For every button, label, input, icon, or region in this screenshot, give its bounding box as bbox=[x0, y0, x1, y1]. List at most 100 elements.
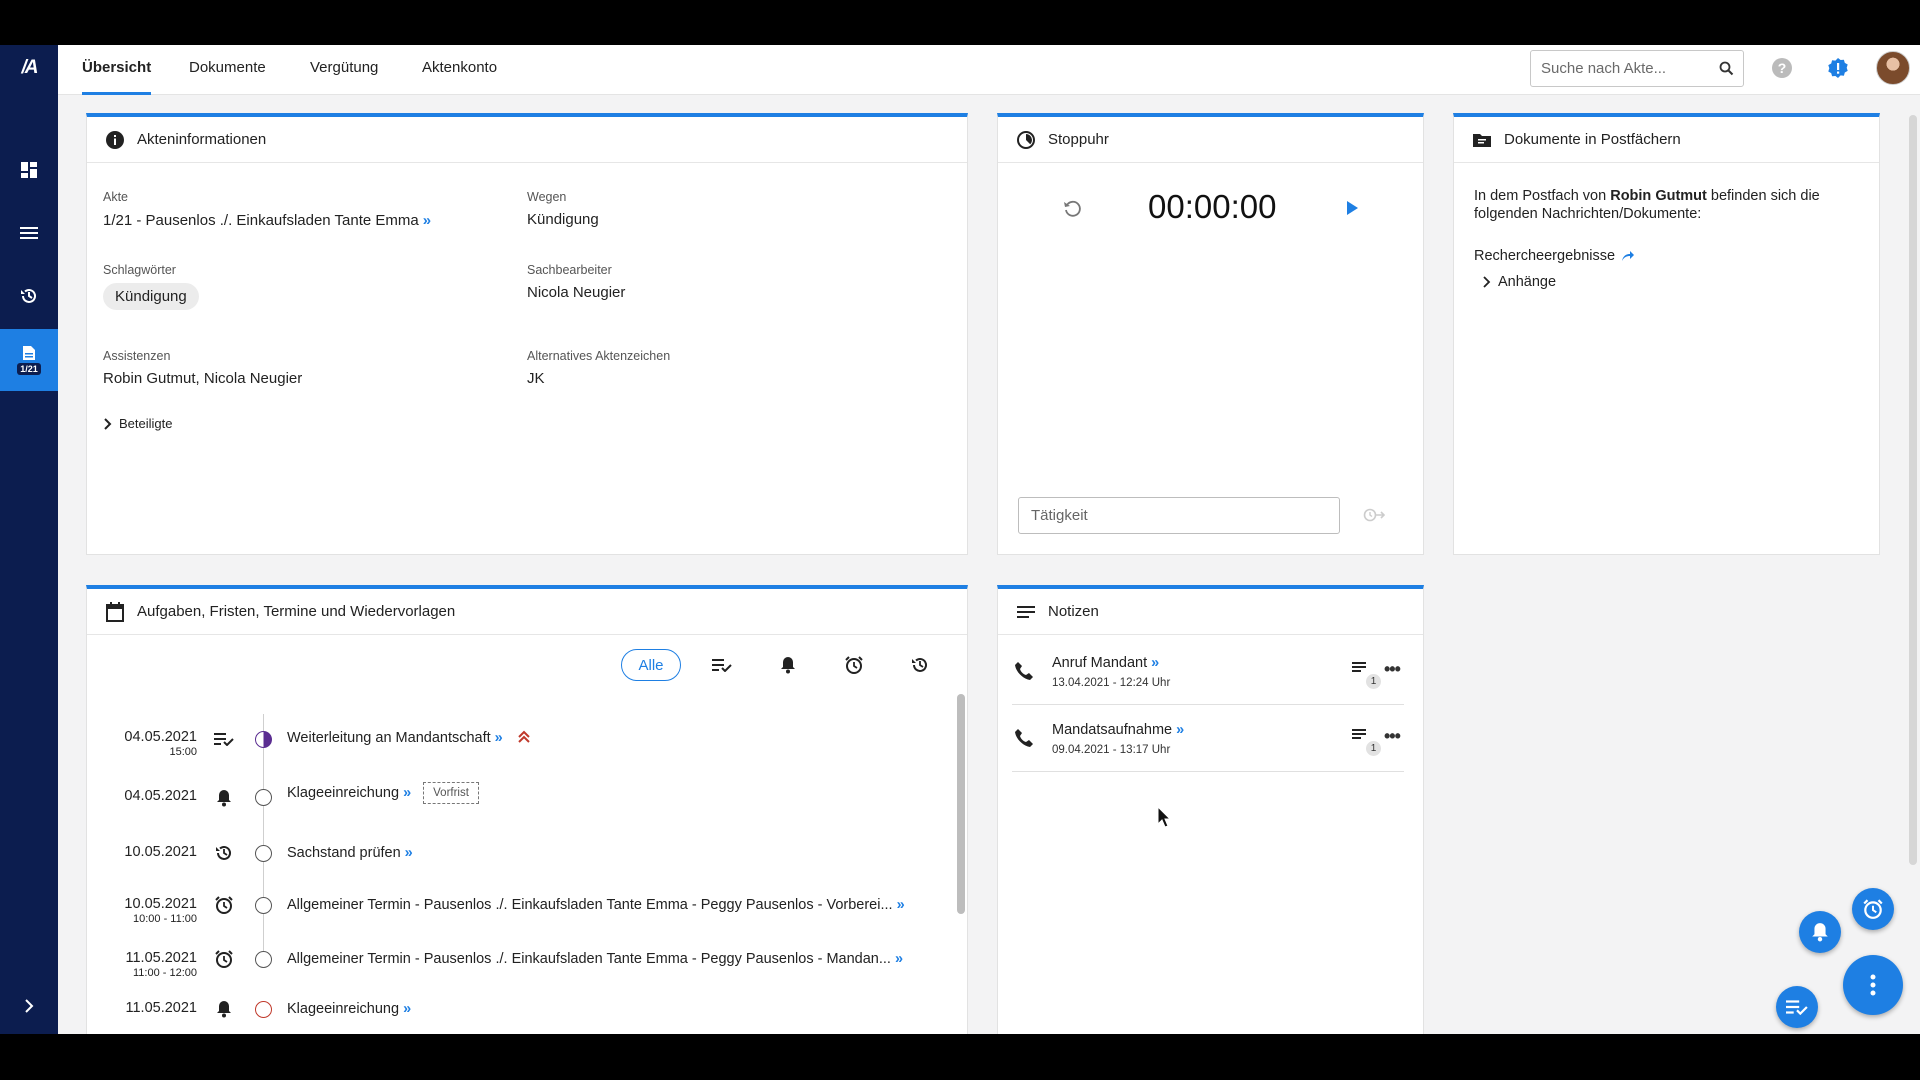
filter-tasks-button[interactable] bbox=[707, 649, 737, 681]
dashboard-icon bbox=[21, 162, 37, 178]
note-title-link[interactable]: Anruf Mandant» bbox=[1052, 655, 1159, 671]
reset-icon[interactable] bbox=[1062, 199, 1082, 219]
status-open-icon[interactable] bbox=[255, 1001, 272, 1018]
book-time-icon[interactable] bbox=[1363, 507, 1387, 523]
task-title-link[interactable]: Klageeinreichung» bbox=[287, 1001, 411, 1017]
comment-count: 1 bbox=[1366, 741, 1381, 756]
tab-verguetung[interactable]: Vergütung bbox=[310, 45, 378, 95]
stopwatch-icon bbox=[1016, 130, 1036, 150]
task-row[interactable]: 11.05.2021 Klageeinreichung» bbox=[87, 995, 947, 1034]
task-row[interactable]: 10.05.2021 10:00 - 11:00 Allgemeiner Ter… bbox=[87, 891, 947, 931]
history-button[interactable] bbox=[0, 265, 58, 327]
double-chevron-icon: » bbox=[403, 1001, 412, 1017]
status-open-icon[interactable] bbox=[255, 845, 272, 862]
task-row[interactable]: 04.05.2021 Klageeinreichung» Vorfrist bbox=[87, 782, 947, 823]
wegen-value: Kündigung bbox=[527, 211, 599, 228]
status-open-icon[interactable] bbox=[255, 897, 272, 914]
current-file-button[interactable]: 1/21 bbox=[0, 329, 58, 391]
assistenzen-label: Assistenzen bbox=[103, 349, 171, 363]
tab-aktenkonto[interactable]: Aktenkonto bbox=[422, 45, 497, 95]
note-item[interactable]: Anruf Mandant» 13.04.2021 - 12:24 Uhr 1 … bbox=[1012, 639, 1404, 705]
new-deadline-fab[interactable] bbox=[1799, 911, 1841, 953]
tab-dokumente[interactable]: Dokumente bbox=[189, 45, 266, 95]
alt-aktenzeichen-value: JK bbox=[527, 370, 545, 387]
card-title: Akteninformationen bbox=[137, 131, 267, 148]
search-box bbox=[1530, 50, 1744, 87]
postfach-description: In dem Postfach von Robin Gutmut befinde… bbox=[1474, 187, 1864, 223]
task-title-link[interactable]: Weiterleitung an Mandantschaft» bbox=[287, 730, 531, 746]
help-icon[interactable]: ? bbox=[1771, 57, 1793, 79]
page-scrollbar[interactable] bbox=[1909, 115, 1917, 865]
new-appointment-fab[interactable] bbox=[1852, 888, 1894, 930]
task-row[interactable]: 10.05.2021 Sachstand prüfen» bbox=[87, 839, 947, 879]
filter-appointments-button[interactable] bbox=[839, 649, 869, 681]
folder-icon bbox=[1472, 130, 1492, 150]
beteiligte-label: Beteiligte bbox=[119, 416, 173, 431]
note-date: 13.04.2021 - 12:24 Uhr bbox=[1052, 677, 1171, 689]
task-title-link[interactable]: Klageeinreichung» Vorfrist bbox=[287, 782, 479, 805]
task-title-link[interactable]: Allgemeiner Termin - Pausenlos ./. Einka… bbox=[287, 951, 903, 967]
beteiligte-toggle[interactable]: Beteiligte bbox=[103, 416, 172, 431]
play-icon[interactable] bbox=[1344, 199, 1360, 217]
keyword-chip[interactable]: Kündigung bbox=[103, 283, 199, 310]
bell-icon bbox=[1812, 923, 1828, 942]
task-time: 10:00 - 11:00 bbox=[132, 913, 197, 925]
attachments-toggle[interactable]: Anhänge bbox=[1482, 274, 1556, 290]
svg-text:?: ? bbox=[1778, 60, 1787, 76]
document-item[interactable]: Rechercheergebnisse bbox=[1474, 248, 1635, 264]
assistenzen-value: Robin Gutmut, Nicola Neugier bbox=[103, 370, 303, 387]
status-half-icon[interactable] bbox=[255, 731, 272, 748]
filter-all-button[interactable]: Alle bbox=[621, 649, 681, 681]
note-title-link[interactable]: Mandatsaufnahme» bbox=[1052, 722, 1184, 738]
comment-count: 1 bbox=[1366, 674, 1381, 689]
task-date: 04.05.2021 bbox=[124, 788, 197, 804]
card-header: Aufgaben, Fristen, Termine und Wiedervor… bbox=[87, 589, 967, 635]
tab-uebersicht[interactable]: Übersicht bbox=[82, 45, 152, 95]
card-header: Notizen bbox=[998, 589, 1423, 635]
search-input[interactable] bbox=[1531, 51, 1711, 86]
task-row[interactable]: 04.05.2021 15:00 Weiterleitung an Mandan… bbox=[87, 729, 947, 769]
note-item[interactable]: Mandatsaufnahme» 09.04.2021 - 13:17 Uhr … bbox=[1012, 706, 1404, 772]
task-list-check-icon bbox=[213, 728, 235, 750]
task-list-scrollbar[interactable] bbox=[957, 694, 965, 914]
history-icon bbox=[912, 657, 927, 672]
bell-icon bbox=[213, 998, 235, 1020]
sidebar-expand-button[interactable] bbox=[0, 994, 58, 1018]
notifications-badge-icon[interactable] bbox=[1827, 57, 1849, 79]
dashboard-button[interactable] bbox=[0, 139, 58, 201]
new-task-fab[interactable] bbox=[1776, 986, 1818, 1028]
status-open-icon[interactable] bbox=[255, 789, 272, 806]
sidebar: /A 1/21 bbox=[0, 45, 58, 1034]
file-icon bbox=[23, 346, 35, 360]
double-chevron-icon: » bbox=[894, 951, 904, 967]
filter-resubmissions-button[interactable] bbox=[905, 649, 935, 681]
more-options-icon[interactable]: ••• bbox=[1384, 726, 1401, 747]
document-item-label: Rechercheergebnisse bbox=[1474, 248, 1616, 264]
card-title: Stoppuhr bbox=[1048, 131, 1109, 148]
app-logo[interactable]: /A bbox=[0, 45, 58, 91]
task-list-check-icon bbox=[712, 659, 732, 672]
comments-icon[interactable] bbox=[1352, 661, 1366, 673]
akte-value-link[interactable]: 1/21 - Pausenlos ./. Einkaufsladen Tante… bbox=[103, 212, 431, 229]
task-date: 10.05.2021 bbox=[124, 844, 197, 860]
notizen-card: Notizen Anruf Mandant» 13.04.2021 - 12:2… bbox=[997, 585, 1424, 1034]
search-icon[interactable] bbox=[1719, 61, 1734, 76]
user-avatar[interactable] bbox=[1876, 51, 1910, 85]
more-actions-fab[interactable] bbox=[1843, 955, 1903, 1015]
comments-icon[interactable] bbox=[1352, 728, 1366, 740]
chevron-right-icon bbox=[104, 417, 112, 430]
alarm-clock-icon bbox=[845, 656, 863, 674]
double-chevron-icon: » bbox=[1176, 722, 1185, 738]
filter-deadlines-button[interactable] bbox=[773, 649, 803, 681]
file-badge: 1/21 bbox=[17, 363, 41, 375]
more-options-icon[interactable]: ••• bbox=[1384, 659, 1401, 680]
task-row[interactable]: 11.05.2021 11:00 - 12:00 Allgemeiner Ter… bbox=[87, 945, 947, 985]
chevron-right-icon bbox=[25, 999, 34, 1013]
task-title: Allgemeiner Termin - Pausenlos ./. Einka… bbox=[287, 897, 893, 913]
status-open-icon[interactable] bbox=[255, 951, 272, 968]
task-time: 11:00 - 12:00 bbox=[132, 967, 197, 979]
list-button[interactable] bbox=[0, 202, 58, 264]
taetigkeit-input[interactable] bbox=[1018, 497, 1340, 534]
task-title-link[interactable]: Allgemeiner Termin - Pausenlos ./. Einka… bbox=[287, 897, 905, 913]
task-title-link[interactable]: Sachstand prüfen» bbox=[287, 845, 413, 861]
